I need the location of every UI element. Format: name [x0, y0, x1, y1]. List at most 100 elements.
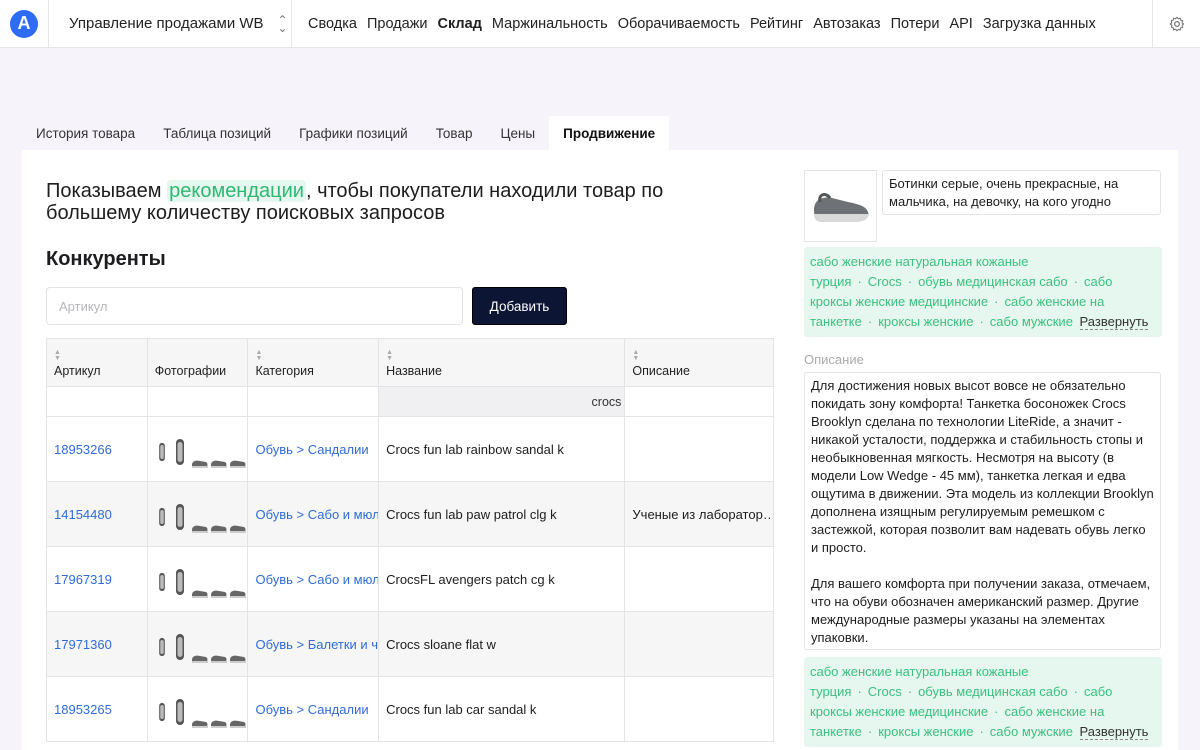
workspace-switcher[interactable]: Управление продажами WB ⌃ ⌄: [48, 0, 292, 48]
description-cell: [625, 547, 773, 611]
tab-prices[interactable]: Цены: [486, 116, 549, 150]
table-row[interactable]: 18953266 Обувь > Сандалии Crocs fun lab ra…: [47, 417, 773, 482]
product-thumbnail: [191, 460, 208, 468]
article-cell[interactable]: 14154480: [47, 482, 148, 546]
shoe-image: [813, 193, 868, 222]
add-button[interactable]: Добавить: [472, 287, 567, 325]
table-row[interactable]: 14154480 Обувь > Сабо и мюли Crocs fun lab…: [47, 482, 773, 547]
column-header-category[interactable]: ▲ ▼ Категория: [248, 339, 380, 386]
table-row[interactable]: 17971360 Обувь > Балетки и че Crocs sloane…: [47, 612, 773, 677]
category-cell[interactable]: Обувь > Сабо и мюли: [248, 547, 380, 611]
category-cell[interactable]: Обувь > Сабо и мюли: [248, 482, 380, 546]
sort-arrows-icon[interactable]: ▲ ▼: [386, 349, 393, 362]
product-thumbnail: [210, 460, 227, 468]
expand-button[interactable]: Развернуть: [1079, 724, 1149, 740]
article-cell[interactable]: 18953266: [47, 417, 148, 481]
photos-cell[interactable]: [148, 612, 249, 676]
main-nav: Сводка Продажи Склад Маржинальность Обор…: [308, 0, 1106, 48]
category-link[interactable]: Обувь > Балетки и че: [255, 637, 378, 652]
name-cell: CrocsFL avengers patch cg k: [379, 547, 626, 611]
sort-arrows-icon[interactable]: ▲ ▼: [255, 349, 262, 362]
nav-item-api[interactable]: API: [949, 16, 972, 32]
nav-item-data-upload[interactable]: Загрузка данных: [983, 16, 1096, 32]
tab-positions-table[interactable]: Таблица позиций: [149, 116, 285, 150]
description-cell: Ученые из лаборатор…: [625, 482, 773, 546]
product-thumbnail: [210, 525, 227, 533]
table-row[interactable]: 17967319 Обувь > Сабо и мюли CrocsFL aveng…: [47, 547, 773, 612]
photos-cell[interactable]: [148, 547, 249, 611]
category-cell[interactable]: Обувь > Сандалии: [248, 417, 380, 481]
column-header-name[interactable]: ▲ ▼ Название: [379, 339, 626, 386]
keyword-tag[interactable]: кроксы женские: [878, 314, 973, 329]
nav-item-summary[interactable]: Сводка: [308, 16, 357, 32]
article-cell[interactable]: 18953265: [47, 677, 148, 741]
article-link[interactable]: 17971360: [54, 637, 112, 652]
tab-promotion[interactable]: Продвижение: [549, 116, 670, 150]
keyword-tag[interactable]: сабо мужские: [990, 314, 1073, 329]
table-row[interactable]: 18953265 Обувь > Сандалии Crocs fun lab ca…: [47, 677, 773, 742]
filter-article[interactable]: [47, 387, 148, 416]
product-thumbnail: [158, 507, 165, 527]
product-thumbnail: [229, 655, 246, 663]
tab-product-history[interactable]: История товара: [22, 116, 149, 150]
category-link[interactable]: Обувь > Сандалии: [255, 442, 368, 457]
nav-item-warehouse[interactable]: Склад: [438, 16, 482, 32]
category-cell[interactable]: Обувь > Сандалии: [248, 677, 380, 741]
article-cell[interactable]: 17967319: [47, 547, 148, 611]
product-thumbnail: [191, 720, 208, 728]
expand-button[interactable]: Развернуть: [1079, 314, 1149, 330]
keyword-tag[interactable]: кроксы женские: [878, 724, 973, 739]
competitors-title: Конкуренты: [46, 248, 166, 270]
column-header-article[interactable]: ▲ ▼ Артикул: [47, 339, 148, 386]
article-link[interactable]: 17967319: [54, 572, 112, 587]
article-link[interactable]: 14154480: [54, 507, 112, 522]
table-header: ▲ ▼ Артикул Фотографии ▲ ▼ Категория ▲ ▼ Назва…: [47, 339, 773, 387]
category-link[interactable]: Обувь > Сабо и мюли: [255, 572, 378, 587]
description-paragraph: Для вашего комфорта при получении заказа…: [811, 576, 1151, 645]
separator-dot: ·: [994, 294, 999, 309]
description-cell: [625, 417, 773, 481]
photos-cell[interactable]: [148, 417, 249, 481]
sub-tabs: История товара Таблица позиций Графики п…: [22, 116, 670, 150]
sort-arrows-icon[interactable]: ▲ ▼: [632, 349, 639, 362]
description-cell: [625, 677, 773, 741]
keyword-tag[interactable]: Crocs: [868, 684, 902, 699]
filter-description[interactable]: [625, 387, 773, 416]
nav-item-losses[interactable]: Потери: [891, 16, 940, 32]
tab-positions-charts[interactable]: Графики позиций: [285, 116, 422, 150]
article-link[interactable]: 18953265: [54, 702, 112, 717]
filter-category[interactable]: [248, 387, 380, 416]
column-label: Описание: [632, 364, 690, 378]
photos-cell[interactable]: [148, 482, 249, 546]
logo-icon: A: [10, 9, 38, 38]
photos-cell[interactable]: [148, 677, 249, 741]
keyword-tag[interactable]: сабо мужские: [990, 724, 1073, 739]
sort-arrows-icon[interactable]: ▲ ▼: [54, 349, 61, 362]
nav-item-turnover[interactable]: Оборачиваемость: [618, 16, 740, 32]
keyword-tag[interactable]: обувь медицинская сабо: [918, 274, 1068, 289]
category-link[interactable]: Обувь > Сандалии: [255, 702, 368, 717]
promotion-panel: Показываем рекомендации, чтобы покупател…: [22, 150, 1178, 750]
nav-item-sales[interactable]: Продажи: [367, 16, 428, 32]
column-header-description[interactable]: ▲ ▼ Описание: [625, 339, 773, 386]
keyword-tag[interactable]: обувь медицинская сабо: [918, 684, 1068, 699]
nav-item-autoorder[interactable]: Автозаказ: [813, 16, 880, 32]
product-title[interactable]: Ботинки серые, очень прекрасные, на маль…: [882, 170, 1161, 215]
article-link[interactable]: 18953266: [54, 442, 112, 457]
product-thumbnail: [229, 460, 246, 468]
logo[interactable]: A: [0, 0, 48, 48]
filter-name[interactable]: crocs: [379, 387, 626, 416]
article-cell[interactable]: 17971360: [47, 612, 148, 676]
filter-row: crocs: [47, 387, 773, 417]
nav-item-rating[interactable]: Рейтинг: [750, 16, 803, 32]
top-bar: A Управление продажами WB ⌃ ⌄ Сводка Прод…: [0, 0, 1200, 48]
nav-item-margin[interactable]: Маржинальность: [492, 16, 608, 32]
tab-product[interactable]: Товар: [422, 116, 487, 150]
category-cell[interactable]: Обувь > Балетки и че: [248, 612, 380, 676]
keyword-tag[interactable]: Crocs: [868, 274, 902, 289]
article-input[interactable]: [46, 287, 463, 325]
product-image: [804, 170, 877, 242]
settings-button[interactable]: [1152, 0, 1200, 48]
description-field[interactable]: Для достижения новых высот вовсе не обяз…: [804, 372, 1161, 650]
category-link[interactable]: Обувь > Сабо и мюли: [255, 507, 378, 522]
